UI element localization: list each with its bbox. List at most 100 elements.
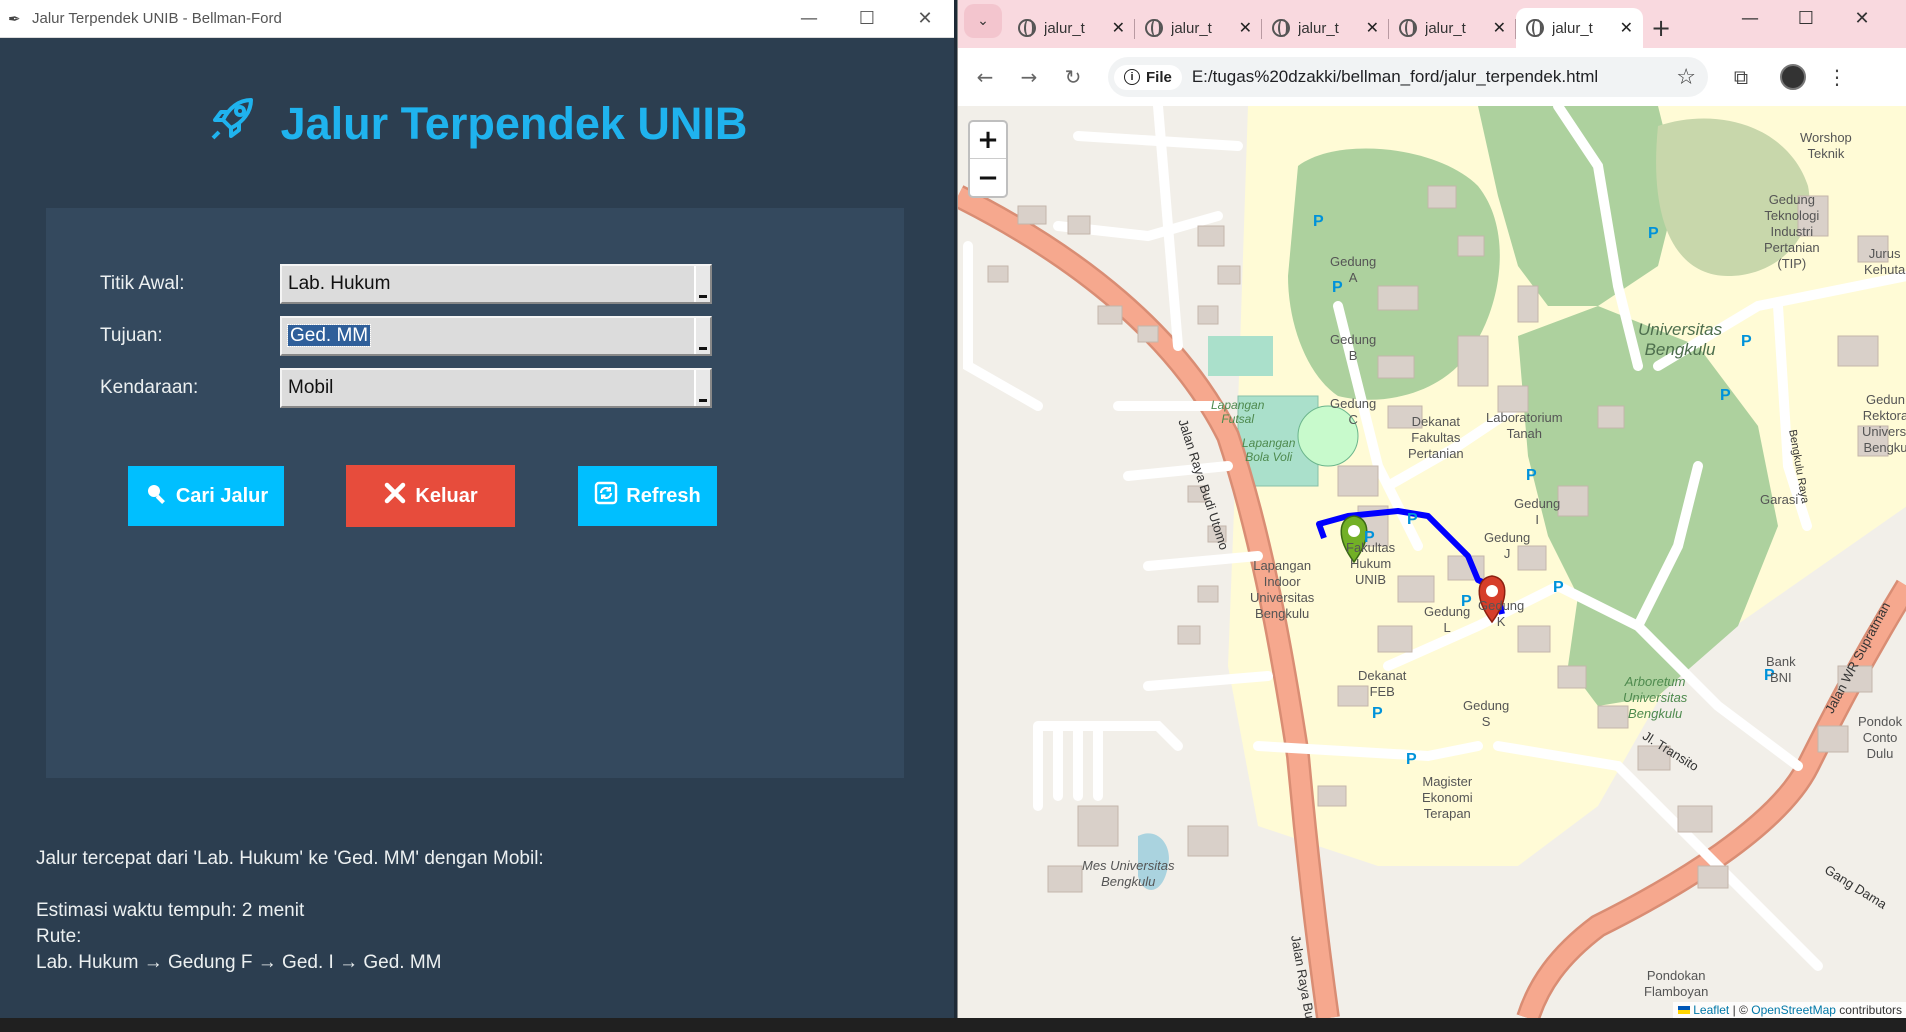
browser-tab[interactable]: jalur_t ✕ — [1389, 8, 1516, 48]
profile-button[interactable] — [1774, 58, 1812, 96]
label-gedung-s: Gedung S — [1463, 698, 1510, 729]
close-tab-icon[interactable]: ✕ — [1620, 18, 1633, 38]
label-gedung-l: Gedung L — [1424, 604, 1471, 635]
refresh-icon — [594, 481, 618, 511]
reload-icon: ↻ — [1064, 65, 1082, 89]
browser-minimize-button[interactable]: — — [1722, 8, 1778, 29]
url-text[interactable]: E:/tugas%20dzakki/bellman_ford/jalur_ter… — [1192, 67, 1676, 87]
leaflet-link[interactable]: Leaflet — [1693, 1003, 1729, 1017]
result-route: Lab. Hukum → Gedung F → Ged. I → Ged. MM — [36, 952, 442, 973]
result-spacer — [36, 872, 544, 898]
address-bar[interactable]: i File E:/tugas%20dzakki/bellman_ford/ja… — [1108, 57, 1708, 97]
label-fak-hukum: Fakultas Hukum UNIB — [1346, 540, 1396, 587]
feather-icon: ✒ — [8, 9, 21, 28]
browser-tab-active[interactable]: jalur_t ✕ — [1516, 8, 1643, 48]
tab-label: jalur_t — [1298, 19, 1339, 37]
zoom-out-button[interactable]: − — [970, 159, 1006, 196]
tab-label: jalur_t — [1425, 19, 1466, 37]
label-jurusan: Jurus Kehuta — [1864, 246, 1906, 277]
browser-tab[interactable]: jalur_t ✕ — [1135, 8, 1262, 48]
maximize-button[interactable]: ☐ — [838, 0, 896, 38]
tab-strip: ⌄ jalur_t ✕ jalur_t ✕ jalur_t ✕ jalur_t … — [958, 0, 1906, 48]
vehicle-combobox[interactable]: Mobil — [280, 368, 712, 408]
refresh-label: Refresh — [626, 484, 701, 507]
globe-icon — [1272, 19, 1290, 37]
minimize-button[interactable]: — — [780, 0, 838, 38]
bookmark-star-icon[interactable]: ☆ — [1676, 65, 1696, 90]
magnifier-icon — [144, 481, 168, 511]
forward-arrow-icon: → — [1020, 65, 1038, 89]
label-gedung-j: Gedung J — [1484, 530, 1531, 561]
label-gedung-a: Gedung A — [1330, 254, 1377, 285]
forward-button[interactable]: → — [1010, 58, 1048, 96]
label-lapangan-futsal: Lapangan Futsal — [1211, 398, 1265, 426]
result-eta: Estimasi waktu tempuh: 2 menit — [36, 900, 305, 921]
chevron-down-icon[interactable] — [694, 370, 710, 406]
destination-value: Ged. MM — [286, 324, 372, 347]
destination-row: Tujuan: Ged. MM — [100, 316, 720, 356]
start-combobox[interactable]: Lab. Hukum — [280, 264, 712, 304]
leaflet-map[interactable]: PPPP PPPP PPPP P Jalan Raya Budi Utomo J… — [958, 106, 1906, 1018]
label-dekanat-pertanian: Dekanat Fakultas Pertanian — [1408, 414, 1464, 461]
browser-close-button[interactable]: ✕ — [1834, 8, 1890, 29]
browser-tab[interactable]: jalur_t ✕ — [1262, 8, 1389, 48]
close-tab-icon[interactable]: ✕ — [1366, 18, 1379, 38]
osm-link[interactable]: OpenStreetMap — [1751, 1003, 1836, 1017]
destination-label: Tujuan: — [100, 325, 163, 346]
extensions-button[interactable]: ⧉ — [1722, 58, 1760, 96]
app-titlebar: ✒ Jalur Terpendek UNIB - Bellman-Ford — … — [0, 0, 954, 38]
close-tab-icon[interactable]: ✕ — [1493, 18, 1506, 38]
chevron-down-icon[interactable] — [694, 266, 710, 302]
search-route-button[interactable]: Cari Jalur — [128, 466, 284, 526]
label-gedung-tip: Gedung Teknologi Industri Pertanian (TIP… — [1764, 192, 1820, 271]
avatar — [1780, 64, 1806, 90]
close-tab-icon[interactable]: ✕ — [1239, 18, 1252, 38]
site-info-chip[interactable]: i File — [1114, 64, 1182, 90]
chevron-down-icon[interactable] — [694, 318, 710, 354]
tab-label: jalur_t — [1552, 19, 1593, 37]
close-button[interactable]: ✕ — [896, 0, 954, 38]
taskbar — [0, 1018, 1906, 1032]
label-magister: Magister Ekonomi Terapan — [1422, 774, 1473, 821]
svg-text:P: P — [1648, 225, 1659, 242]
tab-search-button[interactable]: ⌄ — [964, 3, 1002, 38]
back-button[interactable]: ← — [966, 58, 1004, 96]
new-tab-button[interactable]: + — [1643, 8, 1679, 48]
zoom-control: + − — [968, 120, 1008, 198]
label-lapangan-voli: Lapangan Bola Voli — [1242, 436, 1296, 464]
label-gedung-k: Gedung K — [1478, 598, 1525, 629]
destination-combobox[interactable]: Ged. MM — [280, 316, 712, 356]
vehicle-value: Mobil — [288, 377, 334, 398]
label-gedung-i: Gedung I — [1514, 496, 1561, 527]
browser-tab[interactable]: jalur_t ✕ — [1008, 8, 1135, 48]
x-icon — [383, 481, 407, 511]
globe-icon — [1399, 19, 1417, 37]
start-label: Titik Awal: — [100, 273, 185, 294]
scheme-label: File — [1146, 68, 1172, 86]
destination-value-wrap: Ged. MM — [282, 324, 694, 347]
attribution-separator: | © — [1729, 1003, 1752, 1017]
close-tab-icon[interactable]: ✕ — [1112, 18, 1125, 38]
refresh-button[interactable]: Refresh — [578, 466, 717, 526]
form-panel: Titik Awal: Lab. Hukum Tujuan: Ged. MM K… — [46, 208, 904, 778]
zoom-in-button[interactable]: + — [970, 122, 1006, 159]
heading-text: Jalur Terpendek UNIB — [280, 97, 748, 149]
exit-button[interactable]: Keluar — [346, 465, 515, 527]
menu-button[interactable]: ⋮ — [1818, 58, 1856, 96]
result-route-label: Rute: — [36, 926, 82, 947]
label-workshop: Worshop Teknik — [1800, 130, 1852, 161]
browser-maximize-button[interactable]: ☐ — [1778, 8, 1834, 29]
sport-field — [1208, 336, 1273, 376]
svg-text:P: P — [1406, 751, 1417, 768]
page-title: Jalur Terpendek UNIB — [0, 92, 954, 155]
svg-text:P: P — [1313, 213, 1324, 230]
label-garasi: Garasi — [1760, 492, 1799, 507]
label-univ: Universitas Bengkulu — [1638, 320, 1723, 359]
svg-text:P: P — [1720, 387, 1731, 404]
svg-text:P: P — [1553, 579, 1564, 596]
tab-label: jalur_t — [1044, 19, 1085, 37]
svg-text:P: P — [1407, 511, 1418, 528]
reload-button[interactable]: ↻ — [1054, 58, 1092, 96]
kebab-menu-icon: ⋮ — [1827, 65, 1847, 89]
chevron-down-icon: ⌄ — [977, 12, 989, 29]
